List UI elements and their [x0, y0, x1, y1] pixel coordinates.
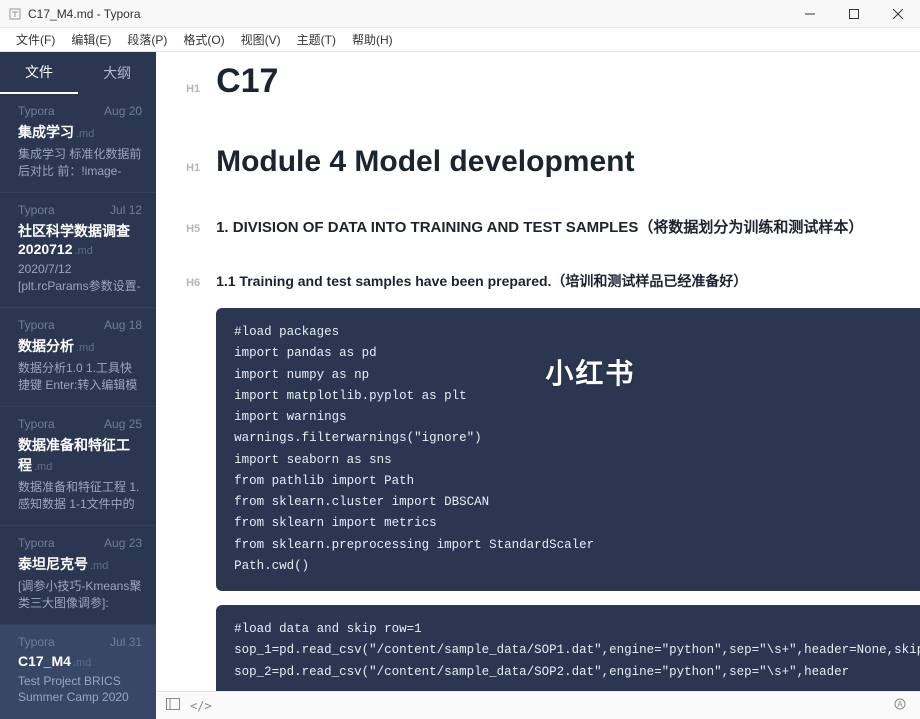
file-date: Aug 23	[104, 536, 142, 550]
file-name: 集成学习.md	[18, 122, 142, 142]
file-item[interactable]: Typora Aug 25 数据准备和特征工程.md 数据准备和特征工程 1.感知数据…	[0, 407, 156, 526]
file-preview: 数据准备和特征工程 1.感知数据 1-1文件中的数据 1.1.1CSV文件 py…	[18, 479, 142, 513]
minimize-button[interactable]	[788, 0, 832, 28]
file-app: Typora	[18, 203, 55, 217]
main: 文件 大纲 Typora Aug 20 集成学习.md 集成学习 标准化数据前后对比 …	[0, 52, 920, 719]
file-app: Typora	[18, 417, 55, 431]
file-app: Typora	[18, 318, 55, 332]
file-item[interactable]: Typora Aug 18 数据分析.md 数据分析1.0 1.工具快捷键 Enter…	[0, 308, 156, 407]
file-app: Typora	[18, 635, 55, 649]
tab-files[interactable]: 文件	[0, 52, 78, 94]
statusbar: </> A EN-US 1460 词	[156, 691, 920, 719]
heading-division[interactable]: 1. DIVISION OF DATA INTO TRAINING AND TE…	[216, 214, 920, 243]
spellcheck-icon[interactable]: A	[893, 698, 907, 713]
heading-label-h1: H1	[186, 83, 212, 95]
heading-module4[interactable]: Module 4 Model development	[216, 145, 634, 179]
app-icon	[8, 7, 22, 21]
heading-label-h6: H6	[186, 277, 212, 289]
menu-help[interactable]: 帮助(H)	[344, 29, 401, 50]
file-date: Aug 20	[104, 104, 142, 118]
heading-label-h5: H5	[186, 223, 212, 235]
sidebar-toggle-icon[interactable]	[166, 698, 180, 713]
editor-content[interactable]: H1 C17 H1 Module 4 Model development H5 …	[156, 52, 920, 691]
file-item[interactable]: Typora Jul 12 社区科学数据调查2020712.md 2020/7/12 …	[0, 193, 156, 308]
window-buttons	[788, 0, 920, 28]
sidebar: 文件 大纲 Typora Aug 20 集成学习.md 集成学习 标准化数据前后对比 …	[0, 52, 156, 719]
heading-c17[interactable]: C17	[216, 62, 278, 101]
window-title: C17_M4.md - Typora	[28, 7, 788, 21]
file-name: 数据准备和特征工程.md	[18, 435, 142, 475]
file-app: Typora	[18, 104, 55, 118]
heading-training[interactable]: 1.1 Training and test samples have been …	[216, 268, 920, 295]
file-date: Aug 18	[104, 318, 142, 332]
file-name: C17_M4.md	[18, 653, 142, 669]
file-date: Aug 25	[104, 417, 142, 431]
heading-label-h1: H1	[186, 162, 212, 174]
file-preview: 数据分析1.0 1.工具快捷键 Enter:转入编辑模式 Ctrl +Enter…	[18, 360, 142, 394]
file-list[interactable]: Typora Aug 20 集成学习.md 集成学习 标准化数据前后对比 前：!ima…	[0, 94, 156, 719]
menu-paragraph[interactable]: 段落(P)	[119, 29, 175, 50]
editor: H1 C17 H1 Module 4 Model development H5 …	[156, 52, 920, 719]
menubar: 文件(F) 编辑(E) 段落(P) 格式(O) 视图(V) 主题(T) 帮助(H…	[0, 28, 920, 52]
file-date: Jul 31	[110, 635, 142, 649]
titlebar: C17_M4.md - Typora	[0, 0, 920, 28]
file-name: 社区科学数据调查2020712.md	[18, 221, 142, 257]
menu-file[interactable]: 文件(F)	[8, 29, 63, 50]
sidebar-tabs: 文件 大纲	[0, 52, 156, 94]
file-name: 数据分析.md	[18, 336, 142, 356]
file-app: Typora	[18, 536, 55, 550]
code-block-1[interactable]: #load packages import pandas as pd impor…	[216, 308, 920, 591]
file-name: 泰坦尼克号.md	[18, 554, 142, 574]
file-preview: [调参小技巧-Kmeans聚类三大图像调参]:	[18, 578, 142, 612]
file-preview: 2020/7/12 [plt.rcParams参数设置---简介]: https…	[18, 261, 142, 295]
menu-format[interactable]: 格式(O)	[175, 29, 232, 50]
svg-text:A: A	[898, 700, 904, 709]
file-item[interactable]: Typora Aug 23 泰坦尼克号.md [调参小技巧-Kmeans聚类三大图像调…	[0, 526, 156, 625]
file-preview: 集成学习 标准化数据前后对比 前：!image-2020082014050043…	[18, 146, 142, 180]
code-block-2[interactable]: #load data and skip row=1 sop_1=pd.read_…	[216, 605, 920, 691]
file-item[interactable]: Typora Jul 31 C17_M4.md Test Project BRICS …	[0, 625, 156, 719]
source-code-icon[interactable]: </>	[190, 699, 212, 713]
tab-outline[interactable]: 大纲	[78, 52, 156, 94]
file-preview: Test Project BRICS Summer Camp 2020 Mach…	[18, 673, 142, 707]
menu-edit[interactable]: 编辑(E)	[63, 29, 119, 50]
menu-theme[interactable]: 主题(T)	[289, 29, 344, 50]
close-button[interactable]	[876, 0, 920, 28]
maximize-button[interactable]	[832, 0, 876, 28]
file-date: Jul 12	[110, 203, 142, 217]
menu-view[interactable]: 视图(V)	[233, 29, 289, 50]
file-item[interactable]: Typora Aug 20 集成学习.md 集成学习 标准化数据前后对比 前：!ima…	[0, 94, 156, 193]
